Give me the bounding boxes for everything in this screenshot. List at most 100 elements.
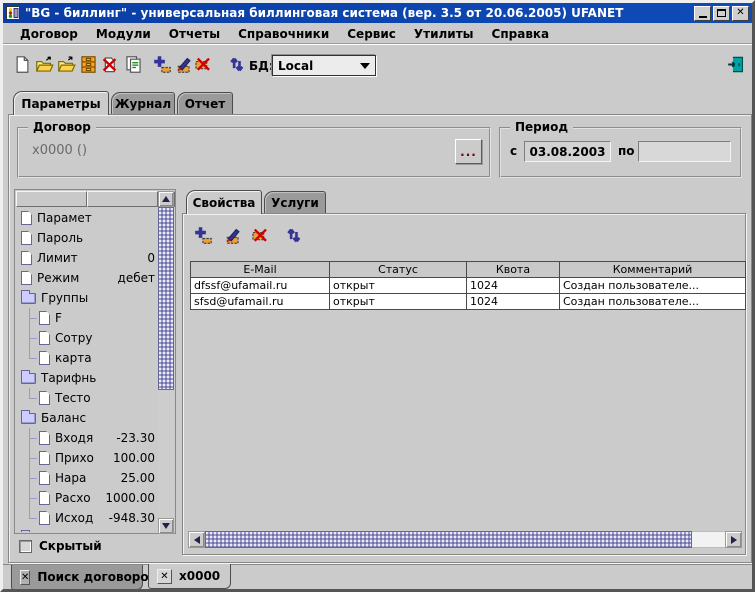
window-title: "BG - биллинг" - универсальная биллингов… [25, 6, 623, 20]
tree-row[interactable]: Режим дебет [17, 268, 158, 288]
cell-comment[interactable]: Создан пользователе... [560, 294, 746, 310]
cell-status[interactable]: открыт [330, 294, 467, 310]
tree-row[interactable]: Входя -23.30 [17, 428, 158, 448]
tree-row[interactable]: Баланс [17, 408, 158, 428]
refresh-button[interactable] [225, 53, 248, 76]
tree-item-label: Пароль [37, 231, 83, 245]
tree-row[interactable]: карта [17, 348, 158, 368]
tree-column-header[interactable] [87, 191, 158, 207]
menu-item-otchety[interactable]: Отчеты [160, 25, 229, 43]
menu-item-utility[interactable]: Утилиты [405, 25, 483, 43]
tree-row[interactable]: Пароль [17, 228, 158, 248]
tree-row[interactable]: Расхо 1000.00 [17, 488, 158, 508]
tree-vertical-scrollbar[interactable] [158, 191, 174, 534]
refresh-email-button[interactable] [282, 224, 305, 247]
tree-row[interactable] [17, 528, 158, 532]
delete-email-button[interactable] [248, 224, 271, 247]
scroll-right-button[interactable] [725, 531, 742, 548]
open-folder-button[interactable] [33, 53, 56, 76]
refresh-icon [284, 226, 303, 245]
db-selected-value: Local [278, 59, 313, 73]
scrollbar-thumb[interactable] [158, 207, 174, 390]
tree-row[interactable]: F [17, 308, 158, 328]
tree-row[interactable]: Тарифнь [17, 368, 158, 388]
open-folder-alt-button[interactable] [55, 53, 78, 76]
tab-svoystva[interactable]: Свойства [186, 190, 262, 214]
arrow-right-icon [731, 536, 737, 544]
document-icon [39, 451, 50, 465]
table-horizontal-scrollbar[interactable] [188, 531, 742, 548]
archive-cabinet-button[interactable] [77, 53, 100, 76]
tab-parametry[interactable]: Параметры [13, 91, 109, 115]
scrollbar-thumb[interactable] [205, 531, 692, 548]
tree-item-label: Нара [55, 471, 86, 485]
menu-item-moduli[interactable]: Модули [87, 25, 160, 43]
period-to-field[interactable] [638, 141, 731, 162]
document-icon [21, 231, 32, 245]
tab-otchet[interactable]: Отчет [177, 92, 233, 115]
column-header-comment[interactable]: Комментарий [560, 262, 746, 278]
menu-item-dogovor[interactable]: Договор [11, 25, 87, 43]
contract-value: x0000 () [32, 143, 87, 158]
menu-item-spravka[interactable]: Справка [483, 25, 559, 43]
delete-record-button[interactable] [191, 53, 214, 76]
bottom-tab-search-contracts[interactable]: ✕ Поиск договоров [11, 565, 143, 590]
scroll-left-button[interactable] [188, 531, 205, 548]
tree-connector [21, 388, 39, 408]
maximize-button[interactable] [713, 6, 730, 21]
new-document-button[interactable] [11, 53, 34, 76]
exit-button[interactable] [725, 53, 748, 76]
column-header-quota[interactable]: Квота [467, 262, 560, 278]
db-select[interactable]: Local [272, 55, 376, 76]
tree-item-label: карта [55, 351, 92, 365]
add-email-button[interactable] [192, 224, 215, 247]
close-button[interactable]: ✕ [732, 6, 749, 21]
tree-row[interactable]: Прихо 100.00 [17, 448, 158, 468]
column-header-status[interactable]: Статус [330, 262, 467, 278]
edit-email-button[interactable] [220, 224, 243, 247]
scroll-up-button[interactable] [158, 191, 174, 207]
menu-item-spravochniki[interactable]: Справочники [229, 25, 338, 43]
scrollbar-track[interactable] [692, 531, 725, 548]
column-header-email[interactable]: E-Mail [191, 262, 330, 278]
bottom-tab-x0000[interactable]: ✕ x0000 [148, 564, 231, 589]
tree-item-value: 0 [147, 251, 158, 265]
tree-row[interactable]: Парамет [17, 208, 158, 228]
cell-email[interactable]: sfsd@ufamail.ru [191, 294, 330, 310]
tree-row[interactable]: Группы [17, 288, 158, 308]
tree-row[interactable]: Сотру [17, 328, 158, 348]
tree-item-value: 25.00 [121, 471, 158, 485]
menu-item-servis[interactable]: Сервис [338, 25, 405, 43]
copy-document-button[interactable] [122, 53, 145, 76]
contract-browse-button[interactable]: ... [455, 139, 482, 164]
close-tab-icon[interactable]: ✕ [20, 570, 30, 585]
cell-email[interactable]: dfssf@ufamail.ru [191, 278, 330, 294]
tree-column-header[interactable] [16, 191, 87, 207]
table-row[interactable]: sfsd@ufamail.ru открыт 1024 Создан польз… [191, 294, 746, 310]
close-tab-icon[interactable]: ✕ [157, 569, 172, 584]
period-from-field[interactable]: 03.08.2003 [524, 141, 611, 162]
tree-row[interactable]: Лимит 0 [17, 248, 158, 268]
scrollbar-track[interactable] [158, 390, 174, 518]
table-row[interactable]: dfssf@ufamail.ru открыт 1024 Создан поль… [191, 278, 746, 294]
scroll-down-button[interactable] [158, 518, 174, 534]
cell-quota[interactable]: 1024 [467, 294, 560, 310]
hidden-checkbox[interactable] [19, 540, 32, 553]
add-record-icon [194, 226, 213, 245]
tree-row[interactable]: Исход -948.30 [17, 508, 158, 528]
cell-status[interactable]: открыт [330, 278, 467, 294]
tree-item-label: Исход [55, 511, 93, 525]
cell-quota[interactable]: 1024 [467, 278, 560, 294]
delete-document-button[interactable] [98, 53, 121, 76]
tree-item-label: Парамет [37, 211, 92, 225]
tree-row[interactable]: Тесто [17, 388, 158, 408]
arrow-down-icon [162, 523, 170, 529]
tree-row[interactable]: Нара 25.00 [17, 468, 158, 488]
tab-zhurnal[interactable]: Журнал [111, 92, 175, 115]
document-icon [21, 251, 32, 265]
minimize-button[interactable] [694, 6, 711, 21]
cell-comment[interactable]: Создан пользователе... [560, 278, 746, 294]
tree-item-label: Тарифнь [41, 371, 96, 385]
tab-uslugi[interactable]: Услуги [264, 191, 326, 214]
title-bar[interactable]: "BG - биллинг" - универсальная биллингов… [3, 3, 752, 23]
